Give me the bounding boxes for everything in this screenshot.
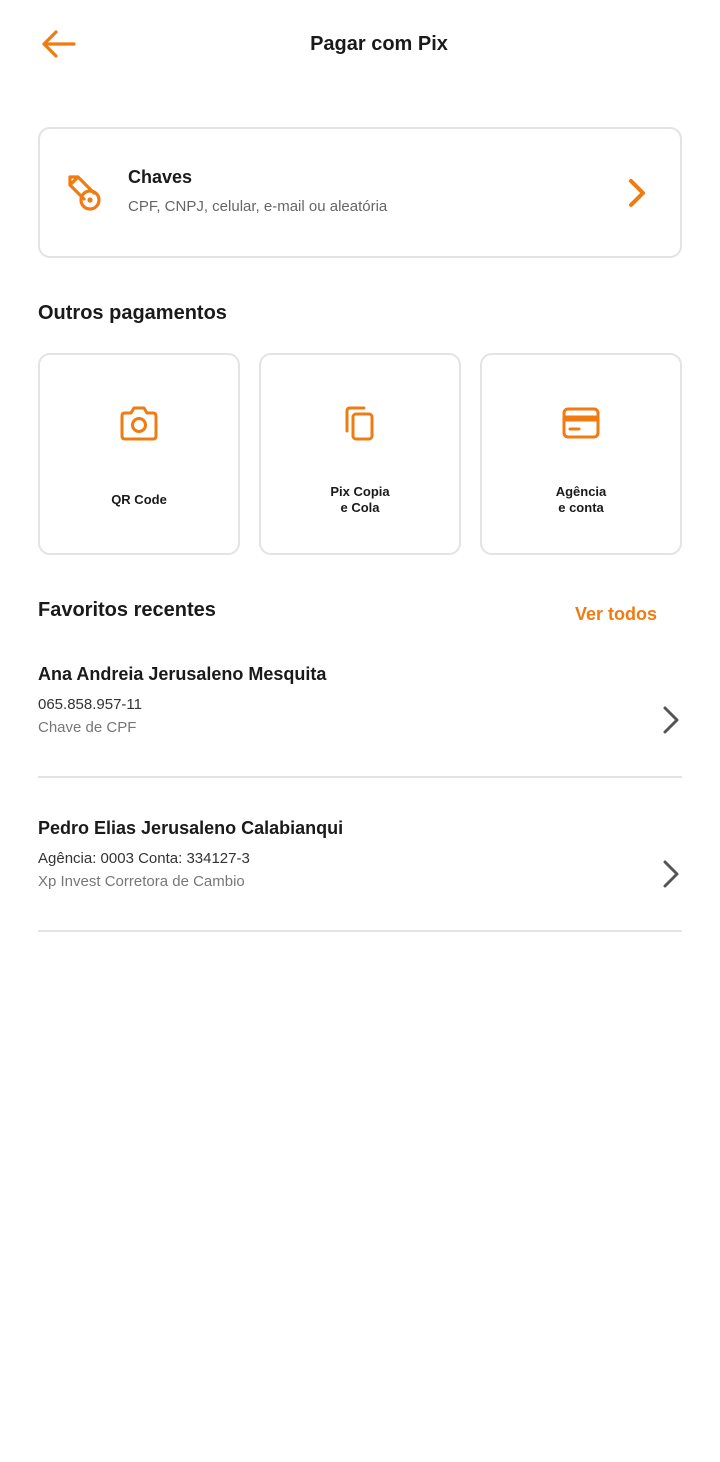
payment-options: QR Code Pix Copia e Cola Agência e conta xyxy=(38,353,682,555)
favorites-title: Favoritos recentes xyxy=(38,599,216,621)
qr-code-label: QR Code xyxy=(111,492,167,507)
favorite-item[interactable]: Pedro Elias Jerusaleno Calabianqui Agênc… xyxy=(38,777,682,932)
keys-text: Chaves CPF, CNPJ, celular, e-mail ou ale… xyxy=(128,167,387,215)
header: Pagar com Pix xyxy=(0,0,720,92)
keys-title: Chaves xyxy=(128,167,193,187)
chevron-right-icon xyxy=(663,860,679,888)
favorite-detail: 065.858.957-11 xyxy=(38,696,142,713)
camera-icon xyxy=(120,406,158,441)
see-all-link[interactable]: Ver todos xyxy=(575,604,657,625)
favorite-detail: Agência: 0003 Conta: 334127-3 xyxy=(38,850,250,867)
favorite-name: Ana Andreia Jerusaleno Mesquita xyxy=(38,664,327,684)
favorite-name: Pedro Elias Jerusaleno Calabianqui xyxy=(38,818,344,838)
key-icon xyxy=(68,175,101,211)
keys-subtitle: CPF, CNPJ, celular, e-mail ou aleatória xyxy=(128,198,388,215)
favorite-bank: Xp Invest Corretora de Cambio xyxy=(38,873,245,890)
agency-account-tile[interactable]: Agência e conta xyxy=(480,353,682,555)
pix-copy-paste-tile[interactable]: Pix Copia e Cola xyxy=(259,353,461,555)
card-icon xyxy=(562,407,600,439)
other-payments-title: Outros pagamentos xyxy=(38,302,227,324)
copy-icon xyxy=(345,406,374,441)
pix-copy-paste-label: Pix Copia e Cola xyxy=(330,484,390,515)
chevron-right-icon xyxy=(663,706,679,734)
favorite-key-type: Chave de CPF xyxy=(38,719,137,736)
pix-keys-card[interactable]: Chaves CPF, CNPJ, celular, e-mail ou ale… xyxy=(38,127,682,258)
favorite-item[interactable]: Ana Andreia Jerusaleno Mesquita 065.858.… xyxy=(38,623,682,778)
qr-code-tile[interactable]: QR Code xyxy=(38,353,240,555)
page-title: Pagar com Pix xyxy=(310,33,448,55)
chevron-right-icon xyxy=(629,179,645,207)
agency-account-label: Agência e conta xyxy=(555,484,607,515)
